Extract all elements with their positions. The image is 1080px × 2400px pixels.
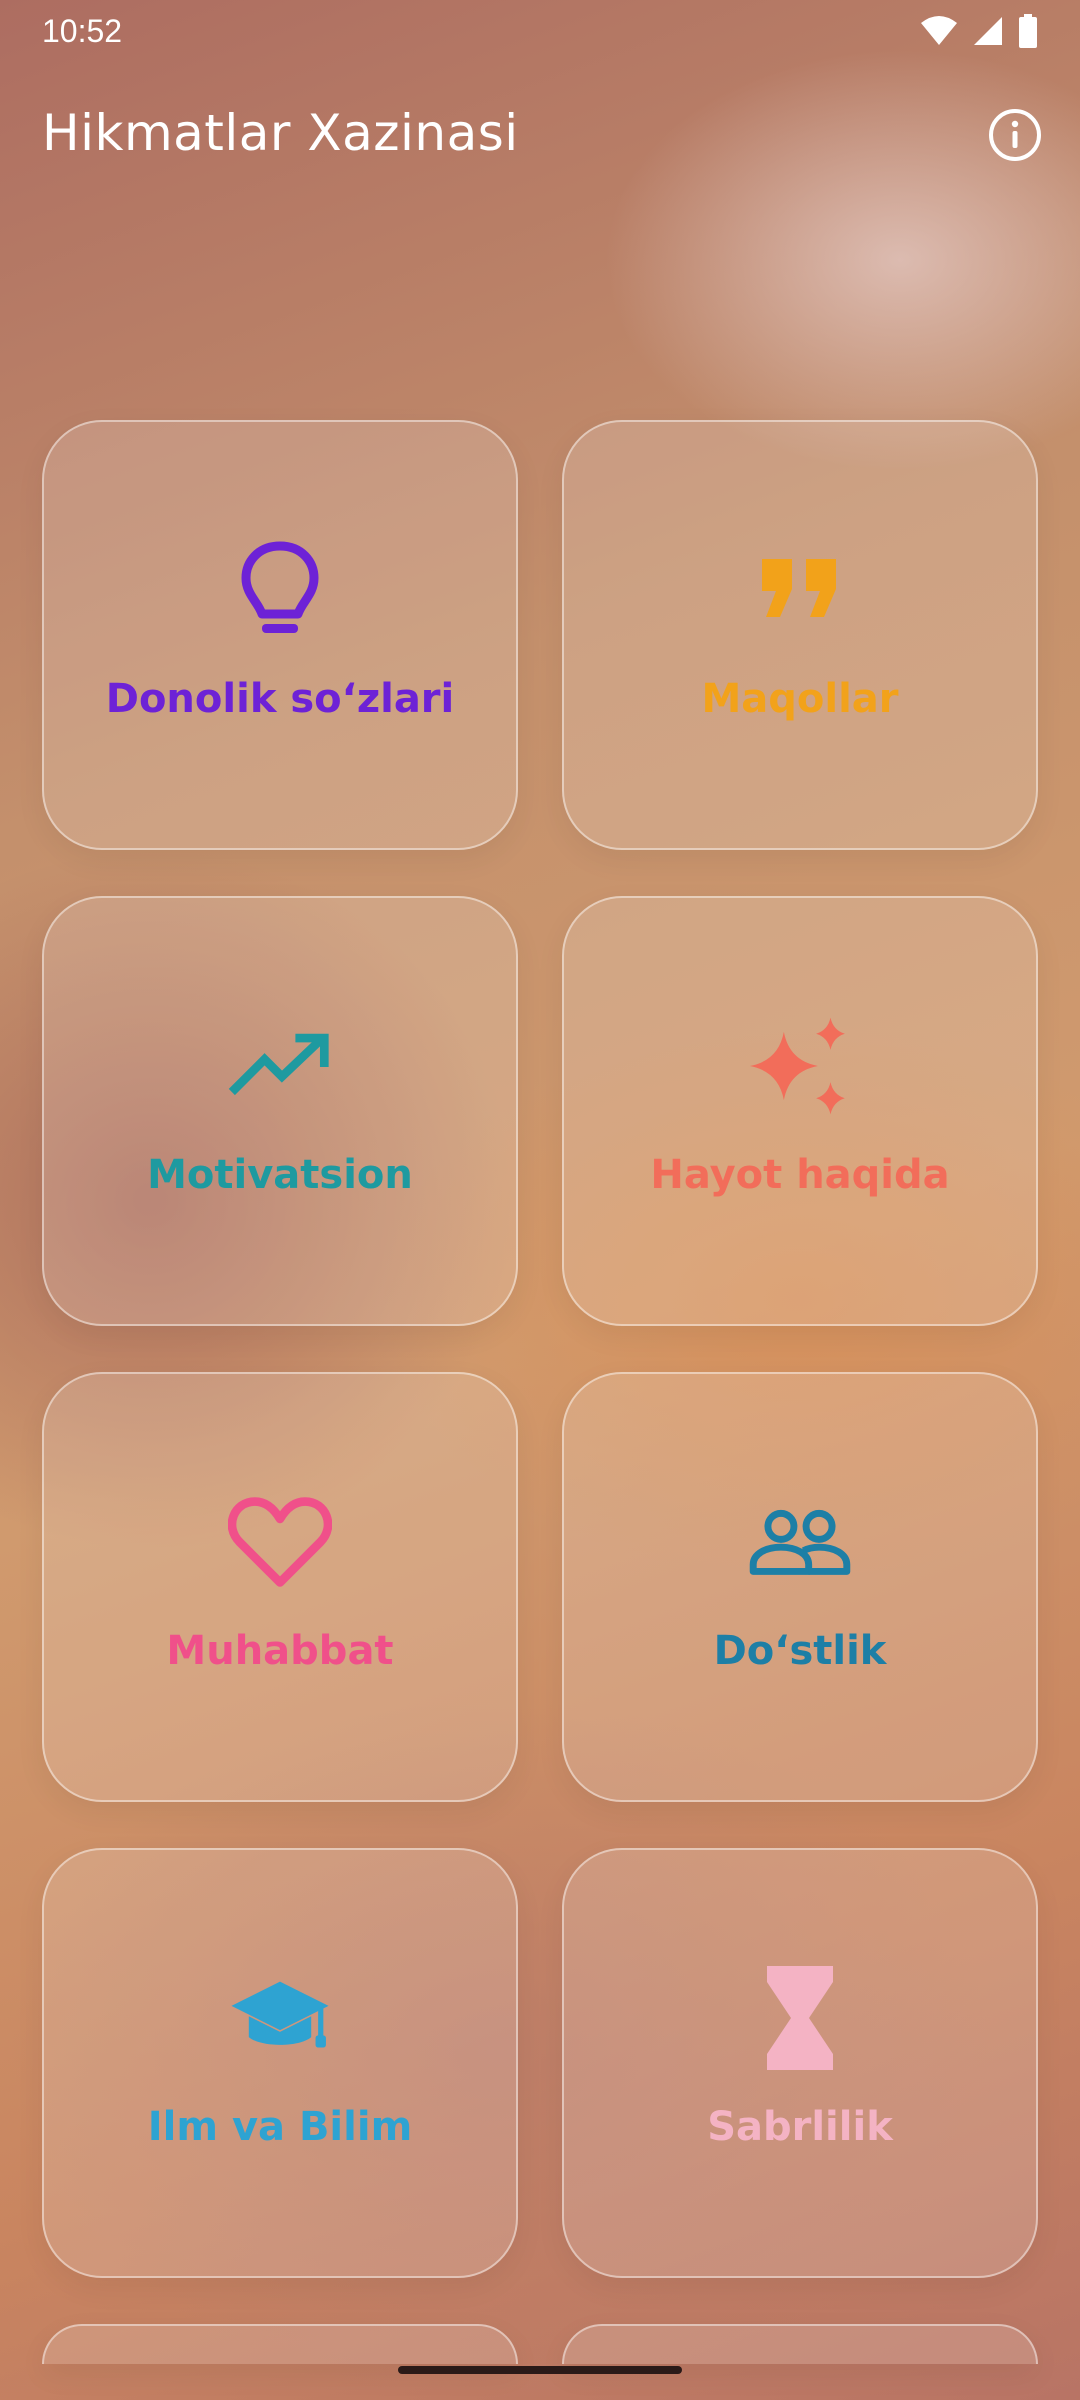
- category-card-muhabbat[interactable]: Muhabbat: [42, 1372, 518, 1802]
- category-card-hayot-haqida[interactable]: Hayot haqida: [562, 896, 1038, 1326]
- system-icons: [920, 14, 1038, 48]
- category-label: Hayot haqida: [650, 1152, 950, 1198]
- app-bar: Hikmatlar Xazinasi: [0, 96, 1080, 176]
- lightbulb-icon: [228, 538, 332, 642]
- category-label: Maqollar: [701, 676, 899, 722]
- category-label: Donolik so‘zlari: [105, 676, 455, 722]
- category-card-dostlik[interactable]: Do‘stlik: [562, 1372, 1038, 1802]
- category-card-sabrlilik[interactable]: Sabrlilik: [562, 1848, 1038, 2278]
- battery-icon: [1019, 14, 1037, 48]
- graduation-cap-icon: [228, 1966, 332, 2070]
- category-card-maqollar[interactable]: Maqollar: [562, 420, 1038, 850]
- category-card-ilm-va-bilim[interactable]: Ilm va Bilim: [42, 1848, 518, 2278]
- hourglass-icon: [748, 1966, 852, 2070]
- wifi-icon: [921, 16, 957, 45]
- category-card-partial[interactable]: [562, 2324, 1038, 2364]
- people-icon: [748, 1490, 852, 1594]
- heart-icon: [228, 1490, 332, 1594]
- sparkles-icon: [748, 1014, 852, 1118]
- category-label: Motivatsion: [147, 1152, 413, 1198]
- status-time: 10:52: [42, 12, 123, 49]
- category-card-partial[interactable]: [42, 2324, 518, 2364]
- category-label: Ilm va Bilim: [147, 2104, 413, 2150]
- quote-icon: [748, 538, 852, 642]
- category-card-motivatsion[interactable]: Motivatsion: [42, 896, 518, 1326]
- category-label: Muhabbat: [166, 1628, 394, 1674]
- category-card-donolik[interactable]: Donolik so‘zlari: [42, 420, 518, 850]
- category-label: Sabrlilik: [707, 2104, 893, 2150]
- category-label: Do‘stlik: [713, 1628, 887, 1674]
- info-icon[interactable]: [986, 106, 1044, 164]
- home-indicator[interactable]: [398, 2366, 682, 2374]
- signal-icon: [974, 17, 1002, 45]
- app-title: Hikmatlar Xazinasi: [42, 104, 519, 162]
- trending-up-icon: [228, 1014, 332, 1118]
- status-bar: 10:52: [0, 0, 1080, 62]
